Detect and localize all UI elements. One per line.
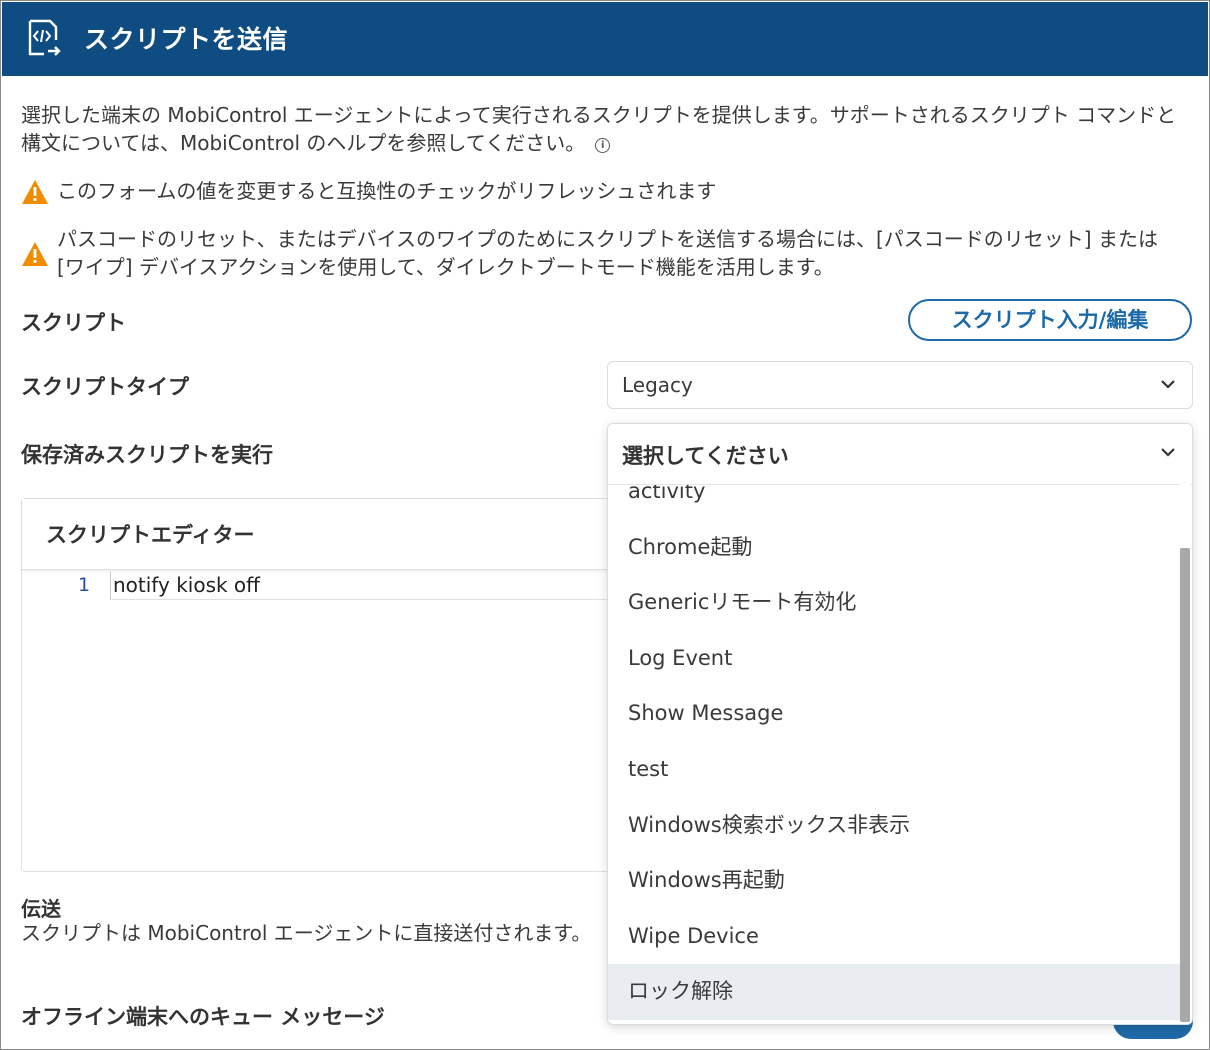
script-editor: スクリプトエディター 1 notify kiosk off bbox=[21, 498, 625, 872]
script-label: スクリプト bbox=[21, 311, 126, 335]
saved-script-placeholder: 選択してください bbox=[622, 444, 789, 468]
script-send-icon bbox=[28, 19, 61, 56]
dropdown-option[interactable]: Chrome起動 bbox=[608, 520, 1180, 576]
info-icon[interactable]: i bbox=[595, 138, 611, 153]
send-script-dialog: スクリプトを送信 選択した端末の MobiControl エージェントによって実… bbox=[0, 0, 1210, 1050]
dropdown-option[interactable]: Windows再起動 bbox=[608, 853, 1180, 909]
offline-queue-label: オフライン端末へのキュー メッセージ bbox=[21, 1005, 385, 1029]
script-type-value: Legacy bbox=[622, 373, 693, 397]
description: 選択した端末の MobiControl エージェントによって実行されるスクリプト… bbox=[21, 101, 1191, 157]
dropdown-option[interactable]: Windows検索ボックス非表示 bbox=[608, 798, 1180, 854]
dialog-header: スクリプトを送信 bbox=[2, 2, 1208, 76]
dialog-title: スクリプトを送信 bbox=[84, 25, 289, 54]
saved-script-dropdown[interactable]: 選択してください activity Chrome起動 Genericリモート有効… bbox=[607, 423, 1193, 1025]
line-number: 1 bbox=[78, 574, 91, 596]
warning-text: このフォームの値を変更すると互換性のチェックがリフレッシュされます bbox=[57, 179, 717, 203]
chevron-down-icon bbox=[1161, 448, 1175, 457]
saved-script-select[interactable]: 選択してください bbox=[608, 424, 1192, 485]
dropdown-scrollbar-thumb[interactable] bbox=[1180, 548, 1190, 1022]
warning-text: パスコードのリセット、またはデバイスのワイプのためにスクリプトを送信する場合には… bbox=[57, 227, 1158, 279]
edit-script-button[interactable]: スクリプト入力/編集 bbox=[908, 299, 1192, 341]
dropdown-option[interactable]: Show Message bbox=[608, 686, 1180, 742]
dropdown-option[interactable]: test bbox=[608, 742, 1180, 798]
saved-script-label: 保存済みスクリプトを実行 bbox=[21, 443, 273, 467]
transfer-label: 伝送 bbox=[21, 897, 61, 921]
script-editor-header: スクリプトエディター bbox=[22, 499, 620, 570]
dropdown-option[interactable]: Wipe Device bbox=[608, 909, 1180, 965]
warning-compatibility: このフォームの値を変更すると互換性のチェックがリフレッシュされます bbox=[21, 177, 1191, 207]
warning-icon bbox=[22, 242, 48, 266]
dropdown-option-highlighted[interactable]: ロック解除 bbox=[608, 964, 1180, 1020]
script-type-label: スクリプトタイプ bbox=[21, 375, 189, 399]
script-editor-title: スクリプトエディター bbox=[46, 523, 255, 547]
warning-icon bbox=[22, 180, 48, 204]
saved-script-options: activity Chrome起動 Genericリモート有効化 Log Eve… bbox=[608, 464, 1180, 1020]
transfer-text: スクリプトは MobiControl エージェントに直接送付されます。 bbox=[21, 921, 592, 945]
script-type-select[interactable]: Legacy bbox=[607, 361, 1193, 409]
dropdown-option[interactable]: Log Event bbox=[608, 631, 1180, 687]
chevron-down-icon bbox=[1161, 380, 1175, 389]
code-line[interactable]: notify kiosk off bbox=[110, 571, 625, 600]
warning-passcode: パスコードのリセット、またはデバイスのワイプのためにスクリプトを送信する場合には… bbox=[21, 225, 1191, 283]
dropdown-option[interactable]: Genericリモート有効化 bbox=[608, 575, 1180, 631]
